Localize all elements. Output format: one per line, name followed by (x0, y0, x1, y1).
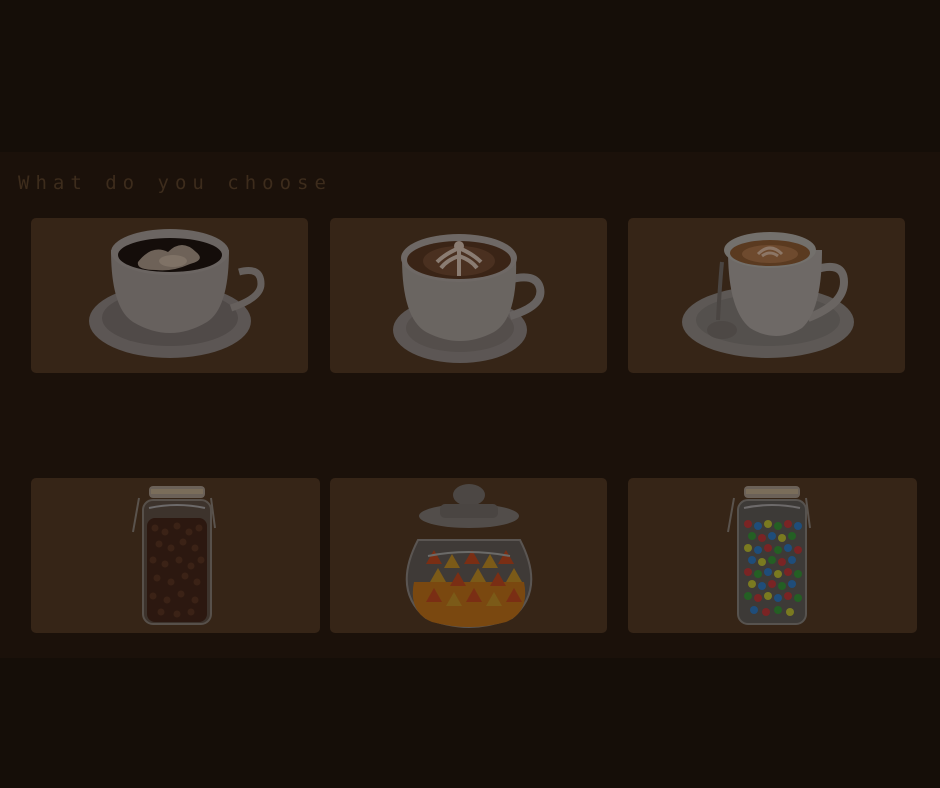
candy-corn-jar-icon (405, 484, 533, 628)
choice-card-candy-corn-jar[interactable] (330, 478, 607, 633)
choice-card-latte-art[interactable] (330, 218, 607, 373)
choice-card-coffee-black-foam[interactable] (31, 218, 308, 373)
coffee-cup-icon (89, 229, 265, 358)
choice-card-gumball-jar[interactable] (628, 478, 917, 633)
choice-card-coffee-bean-jar[interactable] (31, 478, 320, 633)
cappuccino-cup-icon (682, 232, 854, 358)
gumball-jar-icon (727, 486, 811, 625)
coffee-bean-jar-icon (132, 486, 216, 625)
choice-prompt: What do you choose (18, 172, 332, 194)
top-band (0, 0, 940, 152)
latte-cup-icon (393, 234, 545, 363)
choice-card-cappuccino-spoon[interactable] (628, 218, 905, 373)
bottom-band (0, 658, 940, 788)
